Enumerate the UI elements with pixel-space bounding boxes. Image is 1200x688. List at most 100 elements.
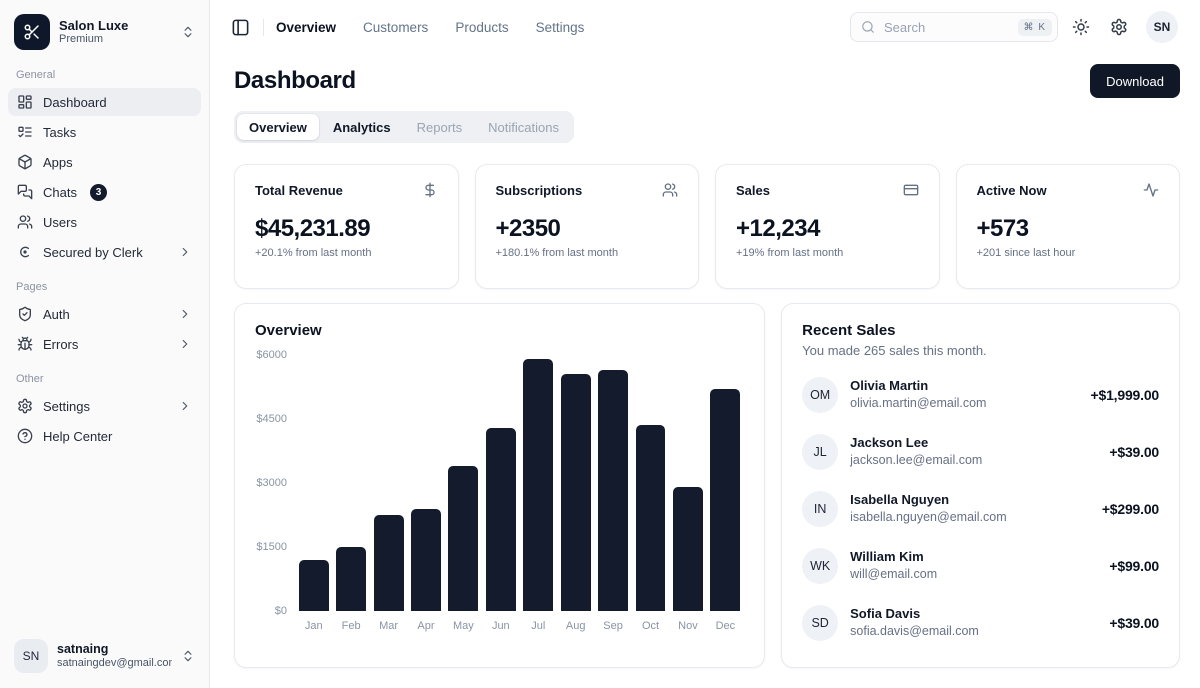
sidebar-item-label: Errors — [43, 337, 78, 352]
profile-avatar[interactable]: SN — [1146, 11, 1178, 43]
x-tick-label: Mar — [370, 620, 407, 632]
sales-list: OM Olivia Martin olivia.martin@email.com… — [802, 377, 1159, 641]
download-button[interactable]: Download — [1090, 64, 1180, 98]
tab-notifications[interactable]: Notifications — [476, 114, 571, 140]
tab-analytics[interactable]: Analytics — [321, 114, 403, 140]
sidebar-item-secured-by-clerk[interactable]: Secured by Clerk — [8, 238, 201, 266]
user-menu[interactable]: SN satnaing satnaingdev@gmail.com — [10, 636, 199, 676]
header-nav-overview[interactable]: Overview — [276, 20, 336, 35]
sidebar-item-help-center[interactable]: Help Center — [8, 422, 201, 450]
sidebar-item-settings[interactable]: Settings — [8, 392, 201, 420]
user-text: satnaing satnaingdev@gmail.com — [57, 642, 172, 670]
bar-jul — [523, 359, 553, 611]
sidebar-item-users[interactable]: Users — [8, 208, 201, 236]
stat-change: +19% from last month — [736, 247, 919, 259]
bar-mar — [374, 515, 404, 611]
team-switcher[interactable]: Salon Luxe Premium — [10, 12, 199, 52]
theme-toggle-button[interactable] — [1066, 12, 1096, 42]
recent-sales-subtitle: You made 265 sales this month. — [802, 343, 1159, 358]
y-tick-label: $4500 — [256, 413, 287, 425]
sale-info: William Kim will@email.com — [850, 549, 1097, 582]
x-tick-label: May — [445, 620, 482, 632]
y-tick-label: $6000 — [256, 349, 287, 361]
stat-change: +20.1% from last month — [255, 247, 438, 259]
layout-dashboard-icon — [17, 94, 33, 110]
stat-card-head: Sales — [736, 182, 919, 198]
search-box[interactable]: ⌘ K — [850, 12, 1058, 42]
bar-column — [632, 355, 669, 611]
sale-row: OM Olivia Martin olivia.martin@email.com… — [802, 377, 1159, 413]
team-text: Salon Luxe Premium — [59, 18, 172, 47]
x-tick-label: Dec — [707, 620, 744, 632]
dashboard-tabs: Overview Analytics Reports Notifications — [234, 111, 574, 143]
bar-feb — [336, 547, 366, 611]
x-tick-label: Apr — [407, 620, 444, 632]
sidebar-item-label: Secured by Clerk — [43, 245, 143, 260]
search-input[interactable] — [882, 19, 1011, 36]
header-nav-products[interactable]: Products — [455, 20, 508, 35]
credit-card-icon — [903, 182, 919, 198]
chart-y-axis: $6000 $4500 $3000 $1500 $0 — [255, 355, 295, 611]
stat-title: Subscriptions — [496, 183, 583, 198]
header-nav-settings[interactable]: Settings — [536, 20, 585, 35]
stat-card-subscriptions: Subscriptions +2350 +180.1% from last mo… — [475, 164, 700, 289]
main-area: Overview Customers Products Settings ⌘ K… — [210, 0, 1200, 688]
bar-apr — [411, 509, 441, 611]
tab-reports[interactable]: Reports — [405, 114, 475, 140]
bug-icon — [17, 336, 33, 352]
overview-chart-card: Overview $6000 $4500 $3000 $1500 $0 JanF… — [234, 303, 765, 668]
users-icon — [662, 182, 678, 198]
stat-value: +573 — [977, 215, 1160, 243]
stat-value: $45,231.89 — [255, 215, 438, 243]
recent-sales-card: Recent Sales You made 265 sales this mon… — [781, 303, 1180, 668]
sidebar-item-chats[interactable]: Chats 3 — [8, 178, 201, 206]
activity-icon — [1143, 182, 1159, 198]
page-head: Dashboard Download — [234, 64, 1180, 98]
sidebar-item-errors[interactable]: Errors — [8, 330, 201, 358]
sidebar-item-label: Tasks — [43, 125, 76, 140]
sale-email: jackson.lee@email.com — [850, 452, 1097, 468]
sale-info: Jackson Lee jackson.lee@email.com — [850, 435, 1097, 468]
sun-icon — [1072, 18, 1090, 36]
bar-column — [557, 355, 594, 611]
bar-dec — [710, 389, 740, 611]
sidebar-item-tasks[interactable]: Tasks — [8, 118, 201, 146]
chevron-right-icon — [178, 307, 192, 321]
gear-icon — [1110, 18, 1128, 36]
sidebar-item-apps[interactable]: Apps — [8, 148, 201, 176]
sidebar-item-auth[interactable]: Auth — [8, 300, 201, 328]
team-name: Salon Luxe — [59, 18, 172, 34]
bar-column — [370, 355, 407, 611]
section-label-general: General — [0, 54, 209, 88]
scissors-icon — [23, 23, 41, 41]
user-email: satnaingdev@gmail.com — [57, 657, 172, 670]
sale-row: SD Sofia Davis sofia.davis@email.com +$3… — [802, 605, 1159, 641]
sale-email: will@email.com — [850, 566, 1097, 582]
bar-column — [482, 355, 519, 611]
sidebar-item-label: Chats — [43, 185, 77, 200]
search-shortcut-kbd: ⌘ K — [1018, 19, 1052, 36]
stat-title: Total Revenue — [255, 183, 343, 198]
header-nav-customers[interactable]: Customers — [363, 20, 428, 35]
sidebar-nav-pages: Auth Errors — [0, 300, 209, 358]
x-tick-label: Jul — [520, 620, 557, 632]
section-label-pages: Pages — [0, 266, 209, 300]
y-tick-label: $3000 — [256, 477, 287, 489]
bar-aug — [561, 374, 591, 611]
panel-left-icon — [231, 18, 250, 37]
bar-jan — [299, 560, 329, 611]
tab-overview[interactable]: Overview — [237, 114, 319, 140]
stat-value: +2350 — [496, 215, 679, 243]
sale-info: Sofia Davis sofia.davis@email.com — [850, 606, 1097, 639]
shield-check-icon — [17, 306, 33, 322]
sidebar-item-dashboard[interactable]: Dashboard — [8, 88, 201, 116]
bar-sep — [598, 370, 628, 611]
settings-button[interactable] — [1104, 12, 1134, 42]
sale-email: sofia.davis@email.com — [850, 623, 1097, 639]
sidebar-toggle-button[interactable] — [226, 13, 255, 42]
dollar-sign-icon — [422, 182, 438, 198]
sale-amount: +$1,999.00 — [1091, 387, 1159, 403]
chevron-right-icon — [178, 245, 192, 259]
user-avatar: SN — [14, 639, 48, 673]
user-name: satnaing — [57, 642, 172, 657]
